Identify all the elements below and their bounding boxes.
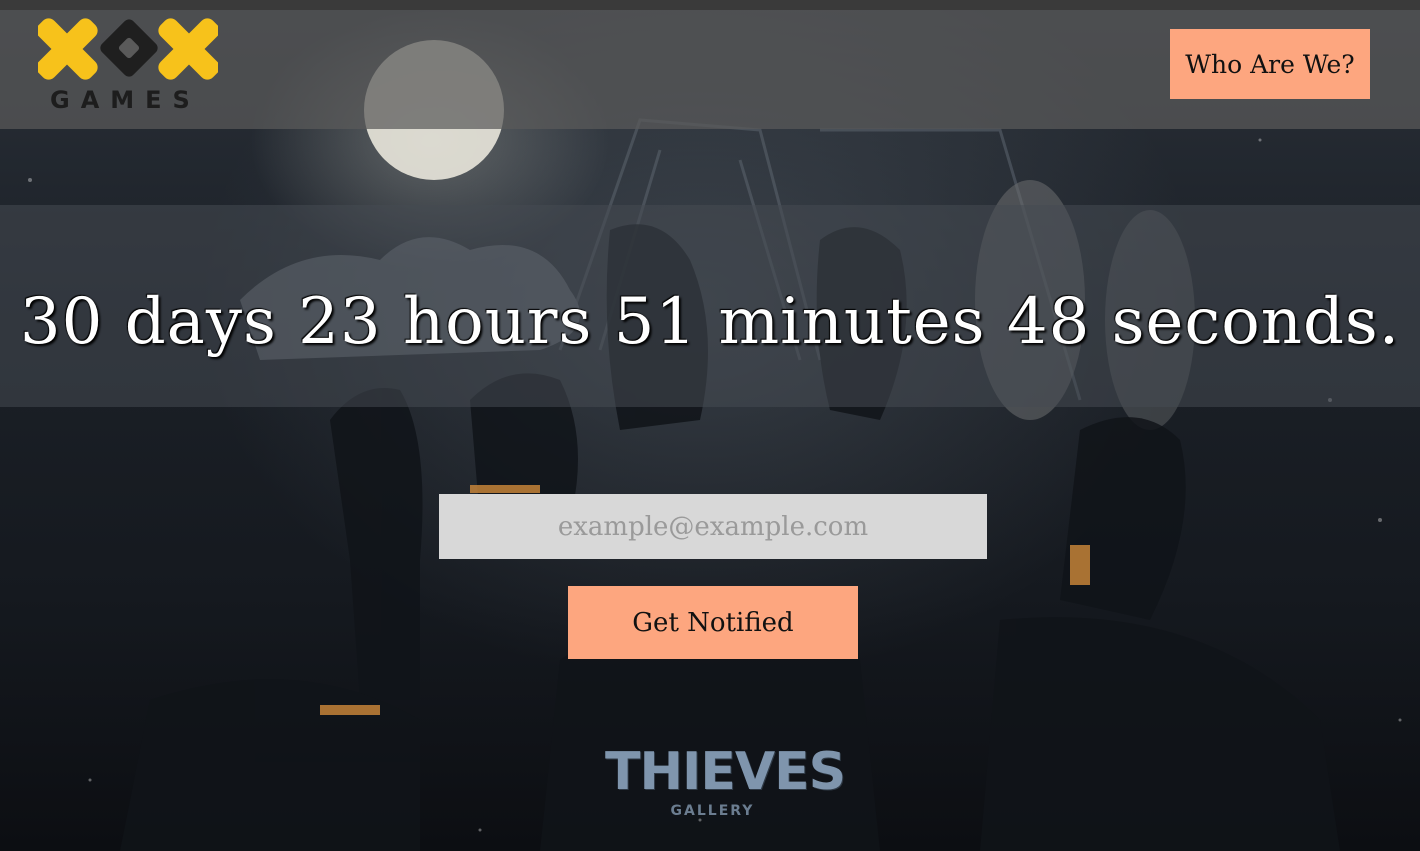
logo-wordmark: GAMES bbox=[50, 86, 201, 114]
thieves-gallery-logo-subtitle: GALLERY bbox=[670, 803, 755, 819]
email-input[interactable] bbox=[439, 494, 987, 559]
who-are-we-button[interactable]: Who Are We? bbox=[1170, 29, 1370, 99]
thieves-gallery-logo-title: THIEVES bbox=[605, 742, 846, 802]
get-notified-button[interactable]: Get Notified bbox=[568, 586, 858, 659]
xox-logo-icon bbox=[36, 18, 220, 80]
countdown-timer: 30 days 23 hours 51 minutes 48 seconds. bbox=[19, 285, 1401, 359]
top-strip bbox=[0, 0, 1420, 10]
